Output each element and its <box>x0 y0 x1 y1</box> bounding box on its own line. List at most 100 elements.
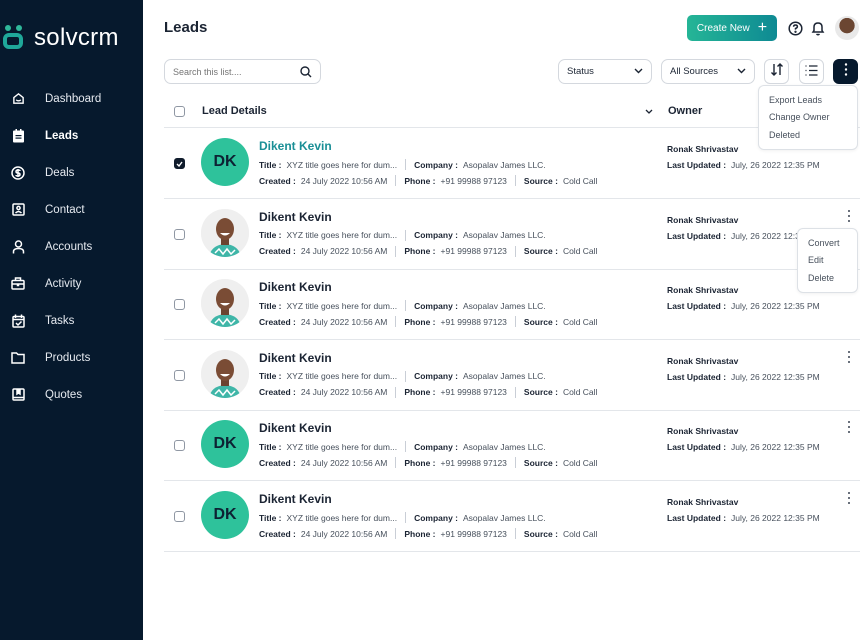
sidebar-item-accounts[interactable]: Accounts <box>0 228 143 265</box>
sidebar-item-deals[interactable]: Deals <box>0 154 143 191</box>
list-icon <box>805 63 818 81</box>
lead-title-line: Title : XYZ title goes here for dum... Com… <box>259 300 546 312</box>
menu-item-edit[interactable]: Edit <box>808 252 847 270</box>
menu-item-change-owner[interactable]: Change Owner <box>769 109 847 127</box>
row-kebab-icon[interactable] <box>844 350 854 364</box>
row-checkbox[interactable] <box>174 440 185 452</box>
lead-title: XYZ title goes here for dum... <box>286 230 398 241</box>
column-header-lead-details[interactable]: Lead Details <box>202 96 267 126</box>
lead-row[interactable]: DK Dikent Kevin Title : XYZ title goes here… <box>164 410 860 482</box>
contact-card-icon <box>11 203 25 217</box>
lead-avatar-initials: DK <box>201 491 249 539</box>
row-checkbox[interactable] <box>174 158 185 169</box>
updated-label: Last Updated : <box>667 301 727 312</box>
row-checkbox[interactable] <box>174 228 185 240</box>
lead-meta-line: Created : 24 July 2022 10:56 AM Phone : +91… <box>259 245 597 257</box>
source-select[interactable]: All Sources <box>661 59 755 84</box>
chevron-down-icon <box>634 66 643 77</box>
created-label: Created : <box>259 457 296 468</box>
lead-name[interactable]: Dikent Kevin <box>259 492 332 506</box>
sidebar-item-products[interactable]: Products <box>0 339 143 376</box>
sort-button[interactable] <box>764 59 789 84</box>
lead-name[interactable]: Dikent Kevin <box>259 210 332 224</box>
more-options-button[interactable] <box>833 59 858 84</box>
sidebar-item-contact[interactable]: Contact <box>0 191 143 228</box>
divider <box>395 457 397 469</box>
bell-icon[interactable] <box>809 19 827 37</box>
lead-name[interactable]: Dikent Kevin <box>259 280 332 294</box>
divider <box>405 159 407 170</box>
lead-source: Cold Call <box>562 175 598 186</box>
sidebar-item-tasks[interactable]: Tasks <box>0 302 143 339</box>
row-kebab-icon[interactable] <box>844 491 854 505</box>
divider <box>514 175 516 186</box>
source-label: Source : <box>523 528 558 539</box>
divider <box>395 316 397 328</box>
sidebar-item-quotes[interactable]: Quotes <box>0 376 143 413</box>
list-view-button[interactable] <box>799 59 824 84</box>
lead-avatar-initials: DK <box>201 138 249 186</box>
company-label: Company : <box>414 371 458 382</box>
status-select[interactable]: Status <box>558 59 652 84</box>
source-label: Source : <box>523 246 558 257</box>
search-input[interactable] <box>173 66 291 77</box>
created-label: Created : <box>259 316 296 327</box>
search-box[interactable] <box>164 59 321 84</box>
lead-avatar-photo <box>201 279 249 328</box>
lead-owner: Ronak Shrivastav <box>667 214 739 225</box>
calendar-check-icon <box>11 314 25 328</box>
user-avatar[interactable] <box>835 16 859 40</box>
create-new-button[interactable]: Create New + <box>687 15 777 41</box>
company-label: Company : <box>414 159 458 170</box>
sidebar-item-leads[interactable]: Leads <box>0 117 143 154</box>
lead-phone: +91 99988 97123 <box>440 316 507 327</box>
lead-row[interactable]: DK Dikent Kevin Title : XYZ title goes here… <box>164 128 860 199</box>
phone-label: Phone : <box>404 387 436 398</box>
search-icon[interactable] <box>300 65 312 78</box>
lead-title: XYZ title goes here for dum... <box>286 300 398 311</box>
row-kebab-icon[interactable] <box>844 209 854 223</box>
lead-row[interactable]: Dikent Kevin Title : XYZ title goes here f… <box>164 340 860 411</box>
menu-item-delete[interactable]: Delete <box>808 269 847 287</box>
lead-company: Asopalav James LLC. <box>463 512 546 523</box>
row-checkbox[interactable] <box>174 511 185 522</box>
menu-item-export-leads[interactable]: Export Leads <box>769 91 847 109</box>
menu-item-convert[interactable]: Convert <box>808 234 847 252</box>
home-icon <box>11 92 25 106</box>
lead-meta-line: Created : 24 July 2022 10:56 AM Phone : +91… <box>259 175 597 186</box>
lead-created: 24 July 2022 10:56 AM <box>300 457 388 468</box>
lead-title-line: Title : XYZ title goes here for dum... Com… <box>259 159 546 170</box>
lead-row[interactable]: Dikent Kevin Title : XYZ title goes here f… <box>164 199 860 270</box>
created-label: Created : <box>259 387 296 398</box>
lead-updated-value: July, 26 2022 12:35 PM <box>731 371 820 382</box>
lead-name[interactable]: Dikent Kevin <box>259 421 332 435</box>
lead-source: Cold Call <box>562 457 598 468</box>
lead-owner: Ronak Shrivastav <box>667 426 739 437</box>
divider <box>405 229 407 241</box>
lead-title: XYZ title goes here for dum... <box>286 371 398 382</box>
lead-source: Cold Call <box>562 387 598 398</box>
sidebar-item-activity[interactable]: Activity <box>0 265 143 302</box>
logo-text: solvcrm <box>34 24 119 51</box>
logo[interactable]: solvcrm <box>3 24 119 52</box>
help-icon[interactable] <box>786 19 804 37</box>
lead-name[interactable]: Dikent Kevin <box>259 139 332 153</box>
row-checkbox[interactable] <box>174 299 185 311</box>
lead-phone: +91 99988 97123 <box>440 175 507 186</box>
lead-sort-chevron-icon[interactable] <box>645 96 653 126</box>
menu-item-deleted[interactable]: Deleted <box>769 126 847 144</box>
source-label: Source : <box>523 457 558 468</box>
lead-owner: Ronak Shrivastav <box>667 144 739 154</box>
lead-title: XYZ title goes here for dum... <box>286 441 398 452</box>
lead-name[interactable]: Dikent Kevin <box>259 351 332 365</box>
row-kebab-icon[interactable] <box>844 420 854 434</box>
page-title: Leads <box>164 19 208 36</box>
sidebar-item-label: Deals <box>45 166 75 179</box>
row-checkbox[interactable] <box>174 369 185 381</box>
sidebar-item-dashboard[interactable]: Dashboard <box>0 80 143 117</box>
column-header-owner[interactable]: Owner <box>668 96 702 126</box>
lead-row[interactable]: DK Dikent Kevin Title : XYZ title goes here… <box>164 481 860 552</box>
lead-title-line: Title : XYZ title goes here for dum... Com… <box>259 229 546 241</box>
select-all-checkbox[interactable] <box>174 96 185 126</box>
lead-row[interactable]: Dikent Kevin Title : XYZ title goes here f… <box>164 269 860 341</box>
